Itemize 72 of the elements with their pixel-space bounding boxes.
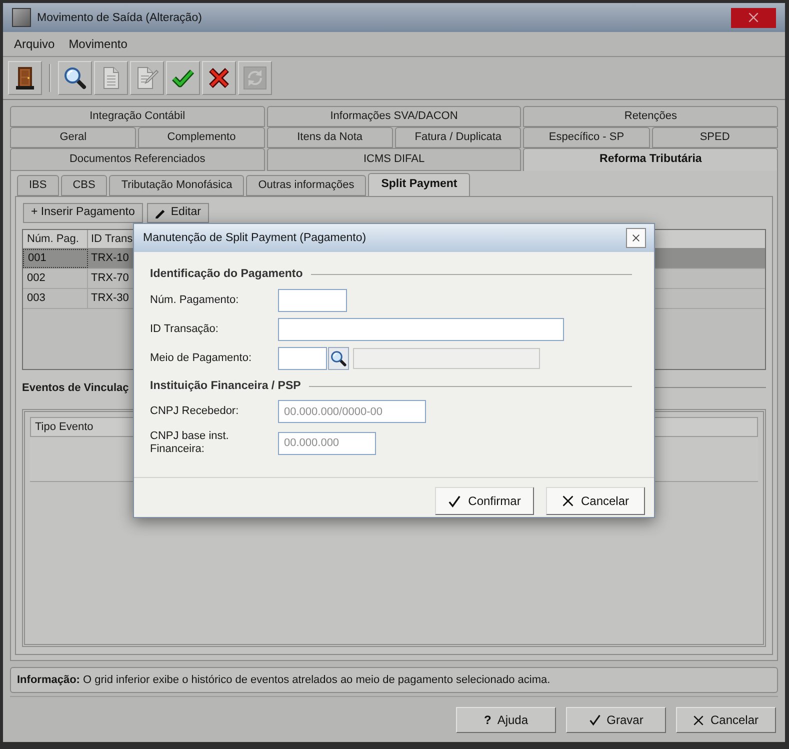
tab[interactable]: Itens da Nota (266, 127, 393, 148)
tab[interactable]: Reforma Tributária (523, 148, 778, 171)
tab[interactable]: Split Payment (368, 173, 470, 196)
door-icon (13, 66, 37, 90)
search-icon (330, 350, 347, 367)
tab[interactable]: IBS (17, 175, 59, 196)
check-icon (588, 714, 601, 726)
tab[interactable]: Integração Contábil (10, 106, 265, 127)
search-button[interactable] (58, 61, 92, 95)
tab[interactable]: Informações SVA/DACON (266, 106, 522, 127)
tab[interactable]: Complemento (138, 127, 265, 148)
column-header[interactable]: Núm. Pag. (23, 230, 88, 248)
tab[interactable]: SPED (652, 127, 778, 148)
close-button[interactable] (731, 8, 776, 28)
x-icon (562, 495, 574, 507)
refresh-icon (243, 66, 267, 90)
cancel-button[interactable]: Cancelar (546, 487, 645, 515)
menu-item[interactable]: Arquivo (7, 36, 62, 52)
search-icon (63, 66, 87, 90)
tab[interactable]: Documentos Referenciados (10, 148, 265, 171)
search-button[interactable] (328, 347, 349, 370)
input-field[interactable] (278, 318, 564, 341)
app-icon (12, 8, 31, 27)
save-button[interactable]: Gravar (566, 707, 666, 733)
field-label: Núm. Pagamento: (150, 294, 240, 307)
table-cell[interactable]: 003 (23, 289, 88, 308)
section-title: Instituição Financeira / PSP (150, 379, 301, 393)
info-text: Informação: O grid inferior exibe o histórico de eventos atrelados ao meio de pagamento selecionado acima. (17, 673, 550, 687)
tab[interactable]: Outras informações (246, 175, 366, 196)
column-header[interactable]: ID Trans (88, 230, 132, 248)
section-title: Eventos de Vinculaç (22, 380, 129, 394)
tab[interactable]: Retenções (523, 106, 778, 127)
tab[interactable]: Tributação Monofásica (109, 175, 244, 196)
close-icon (748, 12, 759, 23)
help-button[interactable]: ? Ajuda (456, 707, 556, 733)
input-field[interactable] (278, 347, 327, 370)
confirm-button[interactable] (166, 61, 200, 95)
x-icon (693, 714, 704, 726)
field-label: Meio de Pagamento: (150, 352, 253, 365)
add-button[interactable]: + Inserir Pagamento (23, 203, 143, 223)
tab[interactable]: CBS (60, 175, 108, 196)
close-icon (632, 234, 640, 242)
table-cell[interactable]: TRX-70 (88, 269, 132, 288)
window-title: Movimento de Saída (Alteração) (37, 10, 202, 24)
tab[interactable]: Fatura / Duplicata (394, 127, 522, 148)
exit-button[interactable] (8, 61, 42, 95)
field-label: CNPJ Recebedor: (150, 405, 240, 418)
tab[interactable]: ICMS DIFAL (266, 148, 522, 171)
x-icon (207, 66, 231, 90)
confirm-button[interactable]: Confirmar (435, 487, 534, 515)
close-button[interactable] (626, 228, 646, 248)
field-label: CNPJ base inst. Financeira: (150, 430, 230, 456)
input-field[interactable]: 00.000.000 (278, 432, 376, 454)
help-icon: ? (484, 713, 492, 727)
cancel-button[interactable] (202, 61, 236, 95)
pencil-icon (154, 208, 166, 218)
input-field[interactable]: 00.000.000/0000-00 (278, 400, 426, 423)
column-header[interactable]: Tipo Evento (31, 418, 131, 436)
edit-button[interactable]: Editar (146, 203, 209, 223)
tab[interactable]: Específico - SP (523, 127, 650, 148)
table-cell[interactable]: 002 (23, 269, 88, 288)
dialog-title: Manutenção de Split Payment (Pagamento) (143, 231, 366, 245)
check-icon (448, 494, 462, 508)
menu-item[interactable]: Movimento (62, 36, 134, 52)
document-pencil-icon (135, 66, 159, 90)
cancel-button[interactable]: Cancelar (676, 707, 776, 733)
table-cell[interactable]: 001 (23, 249, 88, 268)
section-title: Identificação do Pagamento (150, 267, 303, 281)
tab[interactable]: Geral (10, 127, 136, 148)
field-label: ID Transação: (150, 323, 220, 336)
table-cell[interactable]: TRX-30 (88, 289, 132, 308)
input-field[interactable] (278, 289, 347, 312)
